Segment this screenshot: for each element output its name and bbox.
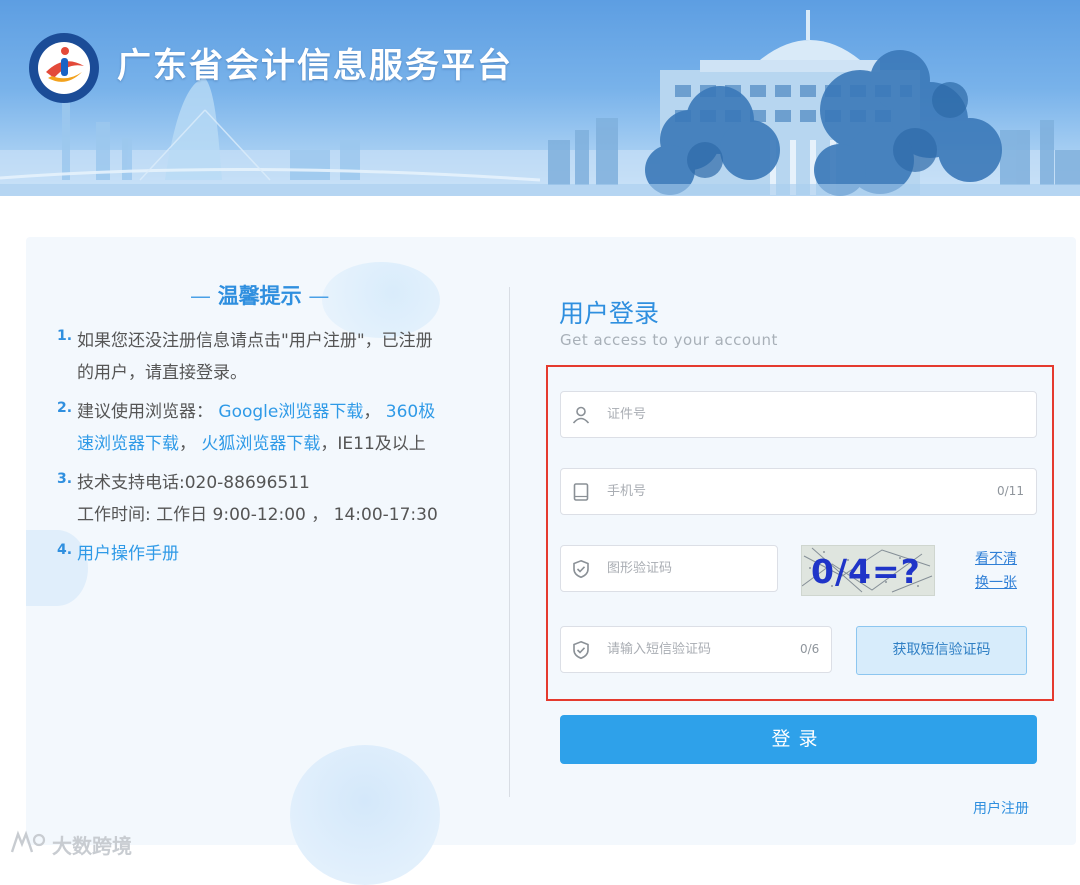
login-title: 用户登录 — [559, 299, 660, 328]
captcha-text: 0/4=? — [811, 552, 921, 591]
tip-text: 如果您还没注册信息请点击"用户注册"，已注册 — [77, 331, 433, 351]
id-number-field — [560, 391, 1037, 438]
tip-number: 4. — [57, 542, 73, 558]
id-number-input[interactable] — [607, 392, 1007, 437]
tip-manual-line: 用户操作手册 — [77, 539, 179, 564]
sms-char-count: 0/6 — [800, 642, 820, 656]
decorative-bubble — [290, 745, 440, 885]
work-hours: 工作时间: 工作日 9:00-12:00 ， 14:00-17:30 — [77, 505, 438, 525]
tip-text: ，IE11及以上 — [320, 434, 426, 454]
separator: ， — [363, 402, 381, 422]
platform-logo-icon — [29, 33, 99, 103]
captcha-unclear-link[interactable]: 看不清 — [975, 548, 1017, 568]
tip-text: 的用户，请直接登录。 — [77, 363, 247, 383]
tip-browser-line: 建议使用浏览器： Google浏览器下载， 360极 — [77, 397, 435, 422]
tip-number: 1. — [57, 328, 73, 344]
city-skyline-illustration — [0, 10, 1080, 196]
tips-title: — 温馨提示 — — [190, 284, 330, 308]
360-download-link[interactable]: 速浏览器下载 — [77, 434, 179, 454]
360-download-link[interactable]: 360极 — [386, 402, 435, 422]
captcha-image[interactable]: 0/4=? — [801, 545, 935, 596]
sms-code-field: 0/6 — [560, 626, 832, 673]
get-sms-code-button[interactable]: 获取短信验证码 — [856, 626, 1027, 675]
header-banner: 广东省会计信息服务平台 — [0, 0, 1080, 196]
captcha-refresh-link[interactable]: 换一张 — [975, 572, 1017, 592]
login-button[interactable]: 登录 — [560, 715, 1037, 764]
tip-number: 3. — [57, 471, 73, 487]
separator: ， — [179, 434, 196, 454]
user-manual-link[interactable]: 用户操作手册 — [77, 544, 179, 564]
tip-browser-line-2: 速浏览器下载， 火狐浏览器下载，IE11及以上 — [77, 429, 426, 454]
captcha-input[interactable] — [607, 546, 767, 591]
vertical-divider — [509, 287, 510, 797]
tip-number: 2. — [57, 400, 73, 416]
firefox-download-link[interactable]: 火狐浏览器下载 — [201, 434, 320, 454]
site-title: 广东省会计信息服务平台 — [117, 46, 513, 86]
login-subtitle: Get access to your account — [560, 331, 778, 349]
tip-text: 建议使用浏览器： — [77, 402, 213, 422]
phone-input[interactable] — [607, 469, 977, 514]
phone-field: 0/11 — [560, 468, 1037, 515]
user-icon — [572, 406, 590, 424]
tablet-icon — [573, 483, 589, 501]
watermark-text: 大数跨境 — [52, 834, 132, 858]
sms-code-input[interactable] — [607, 627, 787, 672]
shield-check-icon — [573, 559, 589, 579]
register-link[interactable]: 用户注册 — [973, 798, 1029, 818]
watermark-logo-icon — [10, 830, 46, 853]
support-phone: 技术支持电话:020-88696511 — [77, 473, 310, 493]
google-download-link[interactable]: Google浏览器下载 — [218, 402, 363, 422]
shield-check-icon — [573, 640, 589, 660]
phone-char-count: 0/11 — [997, 484, 1024, 498]
captcha-field — [560, 545, 778, 592]
